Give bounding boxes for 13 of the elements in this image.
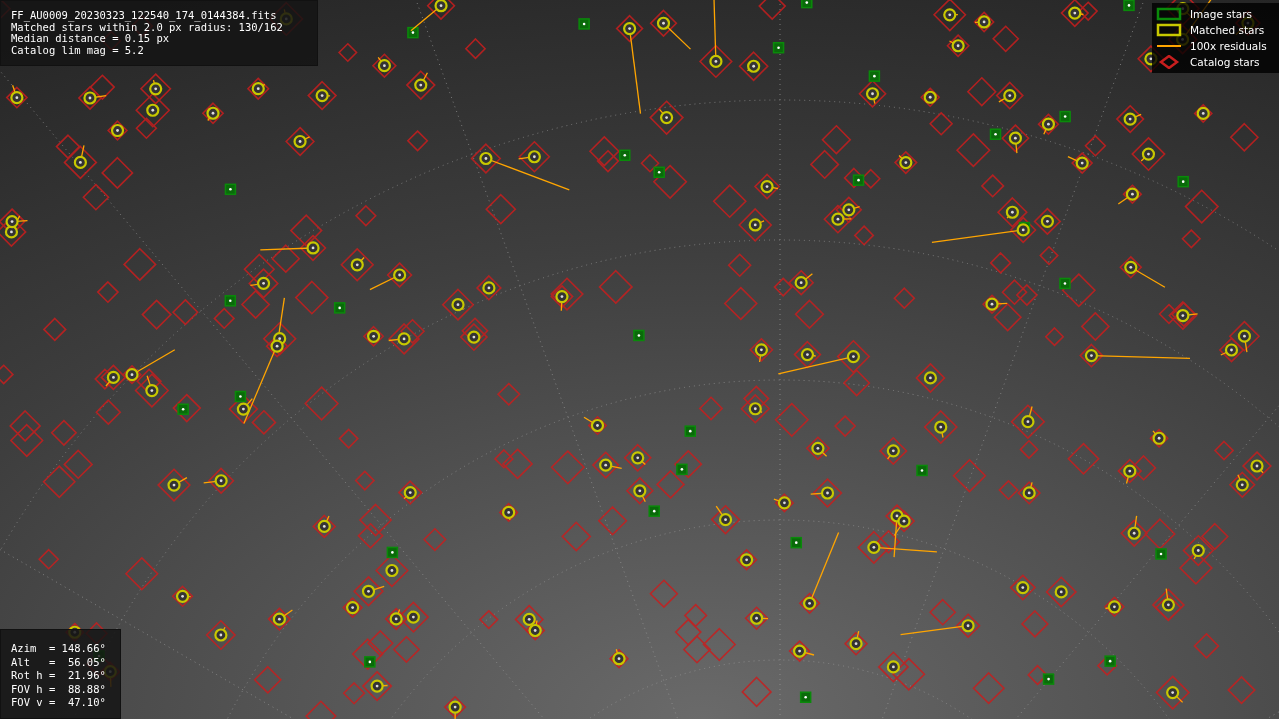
pointing-text: FOV v = 47.10° bbox=[11, 696, 106, 710]
info-text: FF_AU0009_20230323_122540_174_0144384.fits bbox=[11, 10, 278, 22]
info-text: Matched stars within 2.0 px radius: 130/162 bbox=[11, 21, 284, 33]
legend-label: Catalog stars bbox=[1190, 56, 1260, 68]
pointing-text: FOV h = 88.88° bbox=[11, 682, 106, 696]
pointing-text: Alt = 56.05° bbox=[11, 655, 106, 669]
legend-label: Matched stars bbox=[1190, 24, 1265, 36]
pointing-text: Rot h = 21.96° bbox=[11, 669, 106, 683]
info-text: Catalog lim mag = 5.2 bbox=[11, 44, 145, 56]
legend-label: Image stars bbox=[1190, 8, 1253, 20]
info-text: Median distance = 0.15 px bbox=[11, 33, 170, 45]
legend-label: 100x residuals bbox=[1190, 40, 1267, 52]
pointing-text: Azim = 148.66° bbox=[11, 642, 106, 656]
